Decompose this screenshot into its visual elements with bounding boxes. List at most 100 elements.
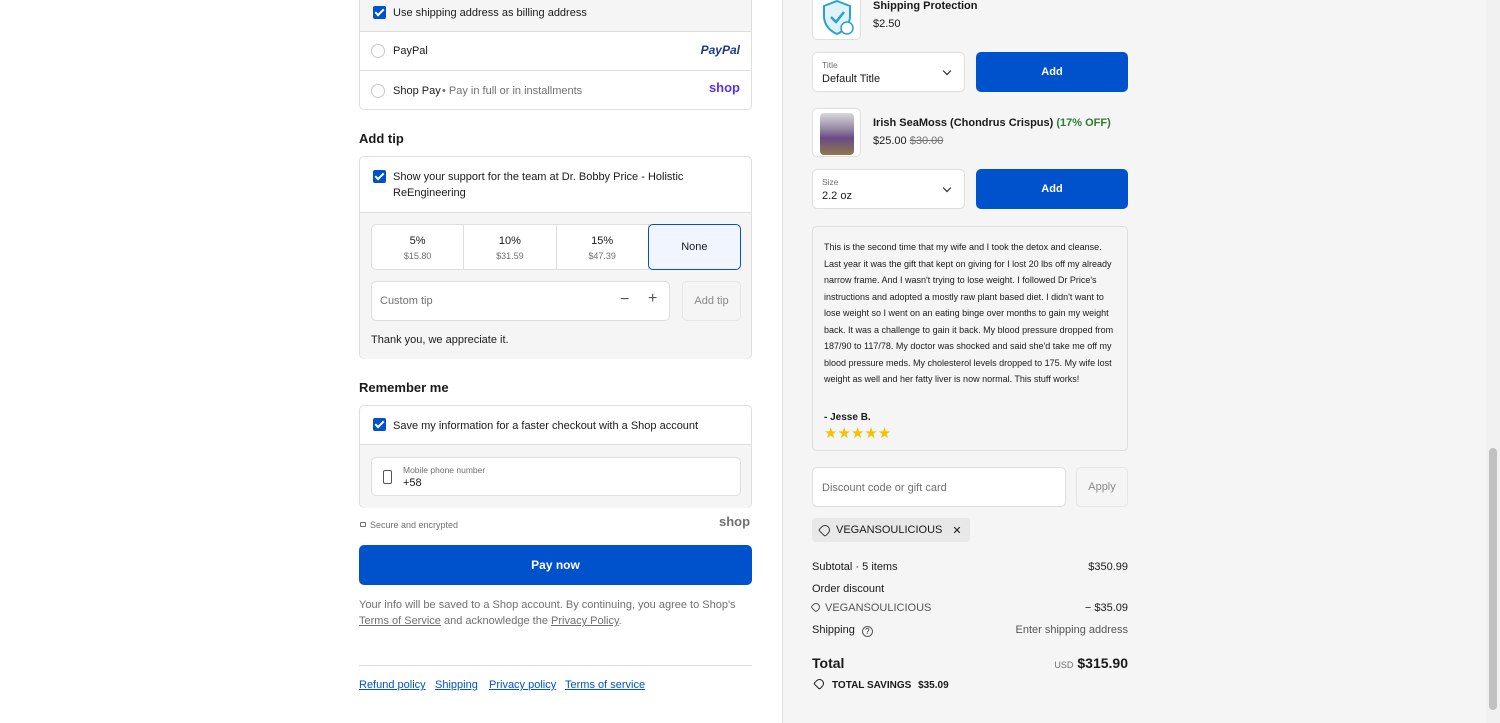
tip-amount: $31.59: [496, 251, 524, 261]
testimonial-author: - Jesse B.: [824, 412, 871, 423]
shipping-protection-thumb: [812, 0, 861, 40]
tag-icon: [817, 522, 833, 538]
upsell-discount: (17% OFF): [1056, 117, 1111, 129]
discount-code-row: VEGANSOULICIOUS: [810, 601, 932, 614]
discount-placeholder: Discount code or gift card: [822, 482, 947, 494]
testimonial-card: This is the second time that my wife and…: [812, 226, 1128, 451]
total-label: Total: [812, 655, 845, 671]
select-label: Title: [822, 60, 838, 70]
paypal-option[interactable]: PayPal PayPal: [360, 32, 751, 71]
subtotal-label: Subtotal · 5 items: [812, 561, 898, 573]
tip-option-none[interactable]: None: [647, 224, 741, 270]
tip-support-text-1: Show your support for the team at Dr. Bo…: [393, 171, 684, 183]
testimonial-text: This is the second time that my wife and…: [824, 242, 1114, 384]
savings-tag-icon: [813, 677, 826, 690]
seamoss-thumb: [812, 108, 861, 157]
tip-support-text-2: ReEngineering: [393, 187, 466, 199]
footer-shipping[interactable]: Shipping: [435, 679, 478, 691]
chevron-down-icon: [942, 183, 952, 193]
chevron-down-icon: [942, 66, 952, 76]
seamoss-jar-image: [820, 113, 854, 155]
footer-terms-of-service[interactable]: Terms of service: [565, 679, 645, 691]
tip-pct: 5%: [409, 235, 426, 247]
pay-now-button[interactable]: Pay now: [359, 545, 752, 585]
privacy-policy-link[interactable]: Privacy Policy: [551, 615, 619, 627]
add-seamoss-button[interactable]: Add: [976, 169, 1128, 209]
tip-support-checkbox[interactable]: [373, 170, 386, 183]
paypal-label: PayPal: [393, 45, 428, 57]
shield-icon: [823, 0, 854, 36]
upsell-name: Irish SeaMoss (Chondrus Crispus): [873, 117, 1054, 129]
save-info-row: Save my information for a faster checkou…: [360, 406, 751, 445]
total-value: $315.90: [1077, 655, 1128, 671]
tip-option-15[interactable]: 15% $47.39: [557, 225, 649, 269]
discount-value: − $35.09: [1084, 602, 1128, 614]
select-value: Default Title: [822, 73, 881, 85]
shipping-row: Shipping ?: [812, 624, 873, 637]
paypal-radio[interactable]: [371, 44, 385, 58]
secure-text: Secure and encrypted: [370, 520, 459, 530]
consent-line-1: Your info will be saved to a Shop accoun…: [359, 599, 736, 611]
payment-methods: Use shipping address as billing address …: [359, 0, 752, 110]
remove-discount-icon[interactable]: ✕: [952, 524, 961, 537]
upsell-price: $2.50: [873, 18, 901, 30]
save-info-checkbox[interactable]: [373, 418, 386, 431]
consent-line-2: Terms of Service and acknowledge the Pri…: [359, 615, 622, 627]
consent-and: and acknowledge the: [440, 615, 552, 627]
add-shipping-protection-button[interactable]: Add: [976, 52, 1128, 92]
upsell-size-select[interactable]: Size 2.2 oz: [812, 169, 965, 209]
upsell-title-select[interactable]: Title Default Title: [812, 52, 965, 92]
tip-amount: $15.80: [403, 251, 432, 261]
footer-refund-policy[interactable]: Refund policy: [359, 679, 426, 691]
help-icon[interactable]: ?: [861, 626, 873, 637]
upsell-name-row: Irish SeaMoss (Chondrus Crispus) (17% OF…: [873, 117, 1111, 129]
save-info-label: Save my information for a faster checkou…: [393, 420, 699, 432]
shop-logo: shop: [708, 80, 740, 95]
applied-discount-tag: VEGANSOULICIOUS ✕: [812, 518, 970, 542]
tip-option-10[interactable]: 10% $31.59: [464, 225, 557, 269]
footer-privacy-policy[interactable]: Privacy policy: [489, 679, 556, 691]
select-label: Size: [822, 177, 839, 187]
paypal-logo: PayPal: [700, 43, 740, 57]
billing-same-checkbox[interactable]: [373, 6, 386, 19]
phone-label: Mobile phone number: [403, 465, 486, 475]
scrollbar-thumb[interactable]: [1489, 448, 1497, 710]
upsell-price-row: $25.00 $30.00: [873, 135, 943, 147]
shoppay-option[interactable]: Shop Pay • Pay in full or in installment…: [360, 71, 751, 110]
upsell-name: Shipping Protection: [873, 0, 978, 12]
shoppay-radio[interactable]: [371, 84, 385, 98]
upsell-price: $25.00: [873, 135, 907, 147]
shipping-label: Shipping: [812, 624, 855, 636]
tip-support-row: Show your support for the team at Dr. Bo…: [360, 157, 751, 213]
custom-tip-input[interactable]: Custom tip − +: [371, 281, 670, 321]
applied-code: VEGANSOULICIOUS: [836, 524, 943, 536]
apply-discount-button[interactable]: Apply: [1076, 467, 1128, 507]
discount-code: VEGANSOULICIOUS: [825, 602, 932, 614]
remember-heading: Remember me: [359, 380, 449, 395]
tip-option-5[interactable]: 5% $15.80: [372, 225, 465, 269]
footer-divider: [359, 665, 752, 666]
tip-heading: Add tip: [359, 131, 404, 146]
tip-pct: None: [681, 241, 708, 253]
billing-same-row: Use shipping address as billing address: [360, 0, 751, 32]
plus-icon[interactable]: +: [648, 290, 657, 308]
scrollbar[interactable]: [1486, 0, 1500, 723]
minus-icon[interactable]: −: [620, 291, 629, 309]
total-value-row: USD $315.90: [1054, 655, 1128, 671]
phone-input[interactable]: Mobile phone number +58: [371, 457, 741, 496]
tip-pct: 10%: [498, 235, 521, 247]
phone-value: +58: [403, 477, 422, 489]
currency: USD: [1054, 660, 1074, 670]
terms-of-service-link[interactable]: Terms of Service: [359, 615, 441, 627]
shoppay-label: Shop Pay: [393, 85, 441, 97]
discount-input[interactable]: Discount code or gift card: [812, 467, 1066, 507]
add-tip-button[interactable]: Add tip: [682, 281, 741, 321]
lock-icon: [360, 522, 366, 527]
tip-amount: $47.39: [588, 251, 616, 261]
star-rating: ★★★★★: [824, 425, 892, 442]
subtotal-value: $350.99: [1088, 561, 1128, 573]
billing-same-label: Use shipping address as billing address: [393, 7, 587, 19]
phone-icon: [383, 470, 392, 484]
select-value: 2.2 oz: [822, 190, 852, 202]
tag-icon: [810, 601, 822, 613]
